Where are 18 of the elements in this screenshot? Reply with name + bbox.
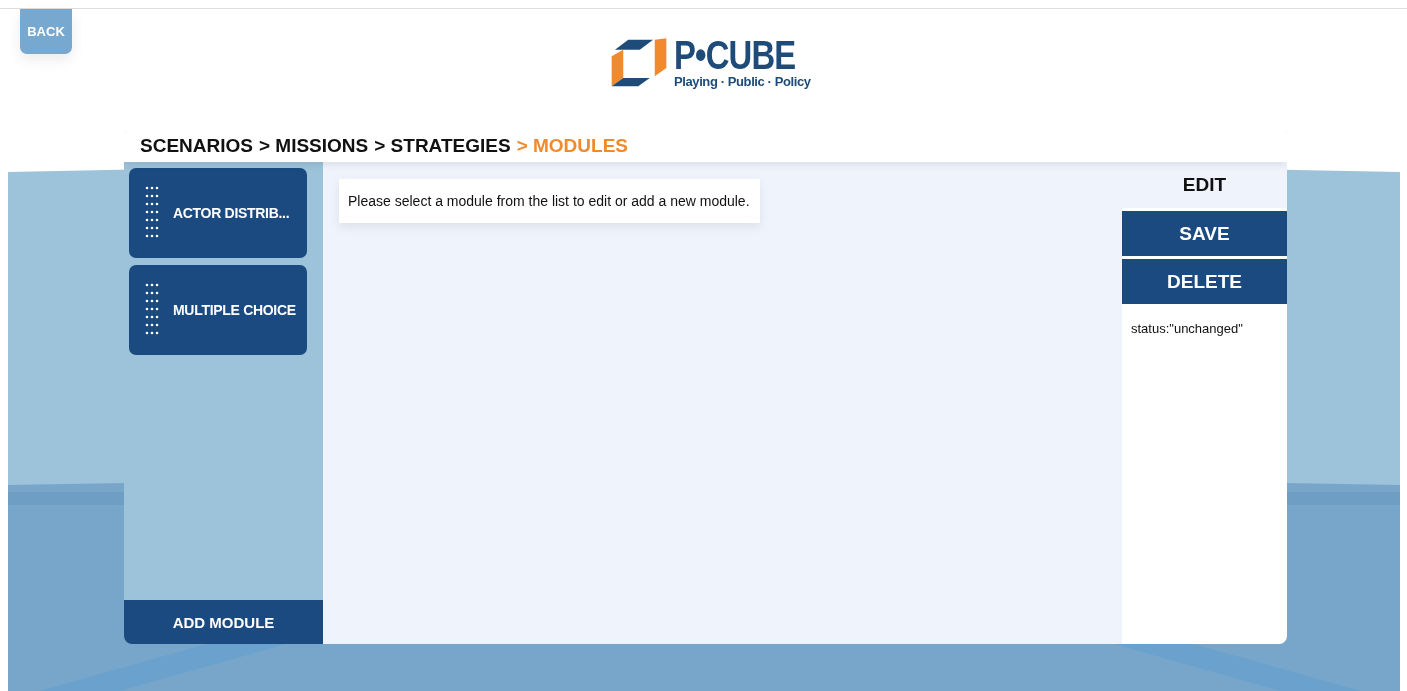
action-button[interactable]: DELETE: [1122, 259, 1287, 304]
edit-heading: EDIT: [1122, 162, 1287, 208]
breadcrumb-item[interactable]: SCENARIOS: [140, 135, 253, 157]
action-button[interactable]: SAVE: [1122, 211, 1287, 256]
module-card[interactable]: ACTOR DISTRIB...: [129, 168, 307, 258]
cube-logo-icon: [610, 36, 668, 89]
breadcrumb-item[interactable]: > MISSIONS: [258, 135, 369, 157]
info-message: Please select a module from the list to edit or add a new module.: [339, 179, 760, 223]
module-label: ACTOR DISTRIB...: [173, 205, 290, 221]
module-card[interactable]: MULTIPLE CHOICE: [129, 265, 307, 355]
status-text: status:"unchanged": [1130, 320, 1244, 338]
add-module-button[interactable]: ADD MODULE: [124, 600, 323, 644]
logo-tagline: Playing · Public · Policy: [674, 74, 812, 89]
drag-handle-icon: [145, 283, 159, 337]
drag-handle-icon: [145, 186, 159, 240]
breadcrumb-item[interactable]: > STRATEGIES: [374, 135, 511, 157]
module-label: MULTIPLE CHOICE: [173, 302, 296, 318]
logo-title: P•CUBE: [674, 36, 796, 74]
